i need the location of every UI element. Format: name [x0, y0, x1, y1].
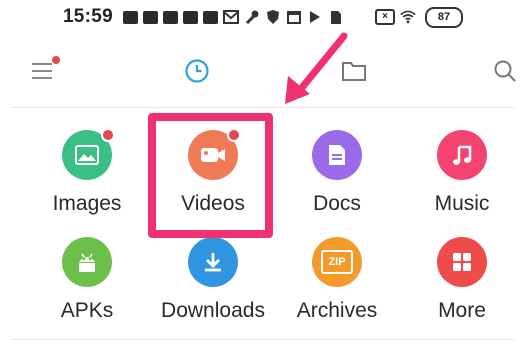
category-downloads[interactable]: Downloads — [148, 237, 278, 323]
wifi-icon — [400, 9, 416, 25]
category-label: Downloads — [161, 299, 265, 322]
category-label: APKs — [60, 299, 114, 322]
folder-icon[interactable] — [337, 54, 371, 88]
top-divider — [12, 107, 514, 108]
status-notification-icons: × 87 — [123, 6, 464, 28]
no-sim-icon: × — [375, 9, 396, 25]
zip-icon: ZIP — [312, 237, 362, 287]
notification-icon — [203, 10, 219, 24]
category-label: More — [438, 299, 486, 322]
highlight-box — [148, 113, 273, 238]
image-icon — [62, 128, 115, 180]
sim-card-icon — [328, 9, 344, 25]
status-time: 15:59 — [62, 6, 114, 27]
notification-badge — [101, 128, 115, 142]
category-apks[interactable]: APKs — [22, 237, 152, 323]
notification-icon — [143, 10, 159, 24]
notification-dot — [52, 56, 60, 64]
battery-indicator: 87 — [425, 6, 464, 28]
hamburger-menu-icon[interactable] — [26, 54, 60, 88]
clock-icon[interactable] — [180, 54, 214, 88]
notification-icon — [163, 10, 179, 24]
app-bar — [0, 40, 526, 102]
notification-icon — [183, 10, 199, 24]
mail-icon — [223, 9, 240, 25]
category-label: Music — [434, 192, 490, 215]
category-label: Archives — [296, 299, 378, 322]
download-icon — [188, 237, 238, 287]
status-bar: 15:59 × 87 — [0, 0, 526, 34]
notification-icon — [123, 10, 139, 24]
search-icon[interactable] — [488, 54, 522, 88]
bottom-divider — [12, 339, 514, 340]
shield-icon — [265, 9, 281, 25]
calendar-icon — [286, 9, 302, 25]
category-more[interactable]: More — [397, 237, 526, 323]
category-label: Images — [52, 192, 122, 215]
category-archives[interactable]: ZIP Archives — [272, 237, 402, 323]
music-note-icon — [437, 130, 487, 180]
grid-more-icon — [437, 237, 487, 287]
category-images[interactable]: Images — [22, 128, 152, 216]
zip-icon-text: ZIP — [321, 250, 353, 274]
android-icon — [62, 237, 112, 287]
wrench-icon — [244, 9, 260, 25]
category-label: Docs — [313, 192, 361, 215]
category-music[interactable]: Music — [397, 130, 526, 216]
flag-icon — [307, 9, 323, 25]
document-icon — [312, 130, 362, 180]
category-docs[interactable]: Docs — [272, 130, 402, 216]
